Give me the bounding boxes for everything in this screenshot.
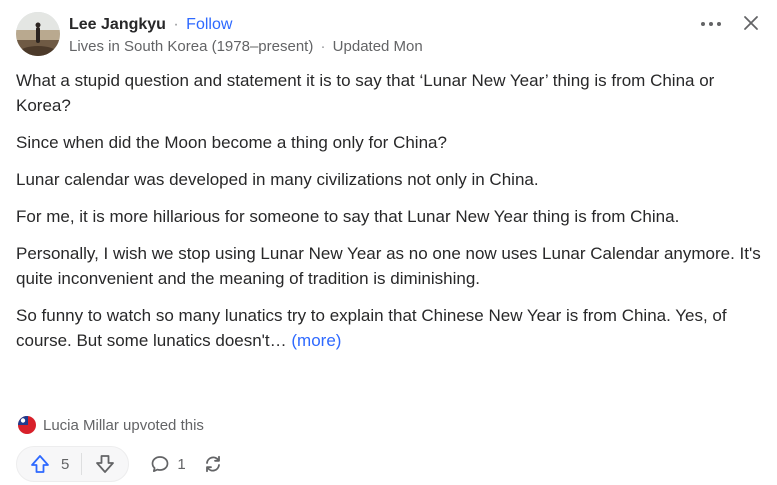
upvoted-by-text[interactable]: Lucia Millar upvoted this bbox=[43, 417, 204, 434]
separator-dot: · bbox=[173, 16, 179, 33]
separator-dot: · bbox=[320, 38, 326, 55]
author-credential[interactable]: Lives in South Korea (1978–present) bbox=[69, 38, 313, 55]
more-link[interactable]: (more) bbox=[291, 331, 341, 350]
author-avatar[interactable] bbox=[16, 12, 60, 56]
taiwan-flag-icon bbox=[18, 416, 36, 434]
answer-paragraph: For me, it is more hillarious for someon… bbox=[16, 207, 680, 226]
downvote-button[interactable] bbox=[82, 447, 128, 481]
upvote-count: 5 bbox=[61, 455, 70, 473]
author-line: Lee Jangkyu · Follow bbox=[69, 15, 232, 35]
answer-paragraph: Lunar calendar was developed in many civ… bbox=[16, 170, 539, 189]
truncated-text: So funny to watch so many lunatics try t… bbox=[16, 306, 727, 350]
upvote-arrow-icon bbox=[31, 455, 49, 473]
answer-paragraph-truncated: So funny to watch so many lunatics try t… bbox=[16, 303, 766, 353]
answer-paragraph: Personally, I wish we stop using Lunar N… bbox=[16, 244, 761, 288]
downvote-arrow-icon bbox=[96, 455, 115, 473]
answer-content: What a stupid question and statement it … bbox=[16, 68, 766, 353]
author-name[interactable]: Lee Jangkyu bbox=[69, 16, 166, 33]
comment-count: 1 bbox=[177, 455, 186, 473]
comment-bubble-icon bbox=[151, 456, 169, 473]
updated-timestamp[interactable]: Updated Mon bbox=[333, 38, 423, 55]
answer-paragraph: Since when did the Moon become a thing o… bbox=[16, 133, 447, 152]
follow-button[interactable]: Follow bbox=[186, 16, 232, 33]
more-horizontal-icon[interactable] bbox=[697, 14, 725, 34]
upvoted-by-line: Lucia Millar upvoted this bbox=[16, 415, 204, 435]
close-icon[interactable] bbox=[741, 13, 761, 33]
answer-paragraph: What a stupid question and statement it … bbox=[16, 71, 715, 115]
share-button[interactable] bbox=[202, 446, 224, 482]
share-cycle-icon bbox=[205, 455, 220, 473]
upvote-button[interactable]: 5 bbox=[17, 447, 81, 481]
action-bar: 5 1 bbox=[16, 446, 224, 482]
credential-line: Lives in South Korea (1978–present) · Up… bbox=[69, 37, 423, 57]
vote-pill: 5 bbox=[16, 446, 130, 482]
answer-header: Lee Jangkyu · Follow Lives in South Kore… bbox=[16, 12, 761, 58]
comment-button[interactable]: 1 bbox=[149, 446, 186, 482]
